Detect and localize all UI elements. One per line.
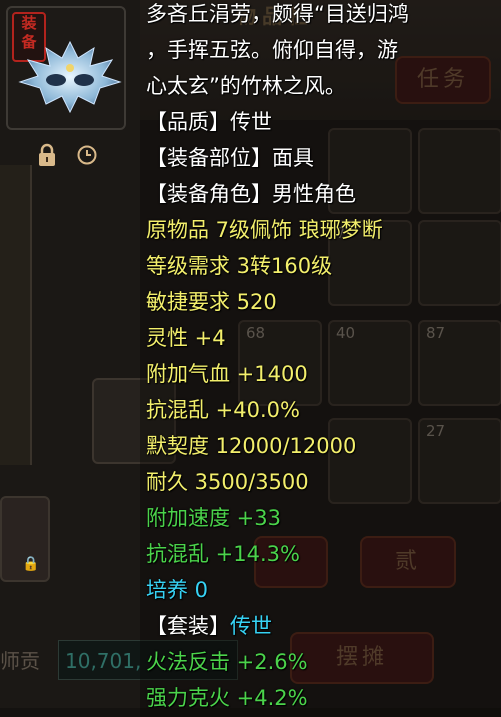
left-panel [0, 165, 32, 465]
spirit-stat: 灵性 +4 [146, 326, 226, 350]
mask-icon [18, 40, 122, 114]
durability-stat: 耐久 3500/3500 [146, 470, 309, 494]
set-name: 传世 [230, 614, 272, 638]
description-line: 心太玄”的竹林之风。 [146, 74, 346, 98]
anti-chaos-stat: 抗混乱 +40.0% [146, 398, 300, 422]
lock-icon: 🔒 [22, 556, 40, 572]
item-slot: 【装备部位】面具 [146, 146, 314, 170]
tacit-stat: 默契度 12000/12000 [146, 434, 357, 458]
description-line: ，手挥五弦。俯仰自得，游 [146, 38, 398, 62]
lock-icon [39, 143, 55, 166]
level-requirement: 等级需求 3转160级 [146, 254, 333, 278]
item-icon-frame: 装 备 [6, 6, 126, 130]
speed-bonus-stat: 附加速度 +33 [146, 506, 281, 530]
anti-chaos-extra-stat: 抗混乱 +14.3% [146, 542, 300, 566]
clock-icon [77, 145, 97, 165]
set-bonus-fire-resist: 强力克火 +4.2% [146, 686, 308, 710]
set-line: 【套装】传世 [146, 612, 272, 640]
set-label: 【套装】 [146, 614, 230, 638]
mentor-label: 师贡 [0, 649, 40, 673]
description-line: 多吝丘涓劳，颇得“目送归鸿 [146, 2, 409, 26]
agility-requirement: 敏捷要求 520 [146, 290, 277, 314]
item-origin: 原物品 7级佩饰 琅琊梦断 [146, 218, 383, 242]
item-quality: 【品质】传世 [146, 110, 272, 134]
item-role: 【装备角色】男性角色 [146, 182, 356, 206]
hp-bonus-stat: 附加气血 +1400 [146, 362, 308, 386]
cultivate-stat: 培养 0 [146, 578, 209, 602]
set-bonus-fire: 火法反击 +2.6% [146, 650, 308, 674]
